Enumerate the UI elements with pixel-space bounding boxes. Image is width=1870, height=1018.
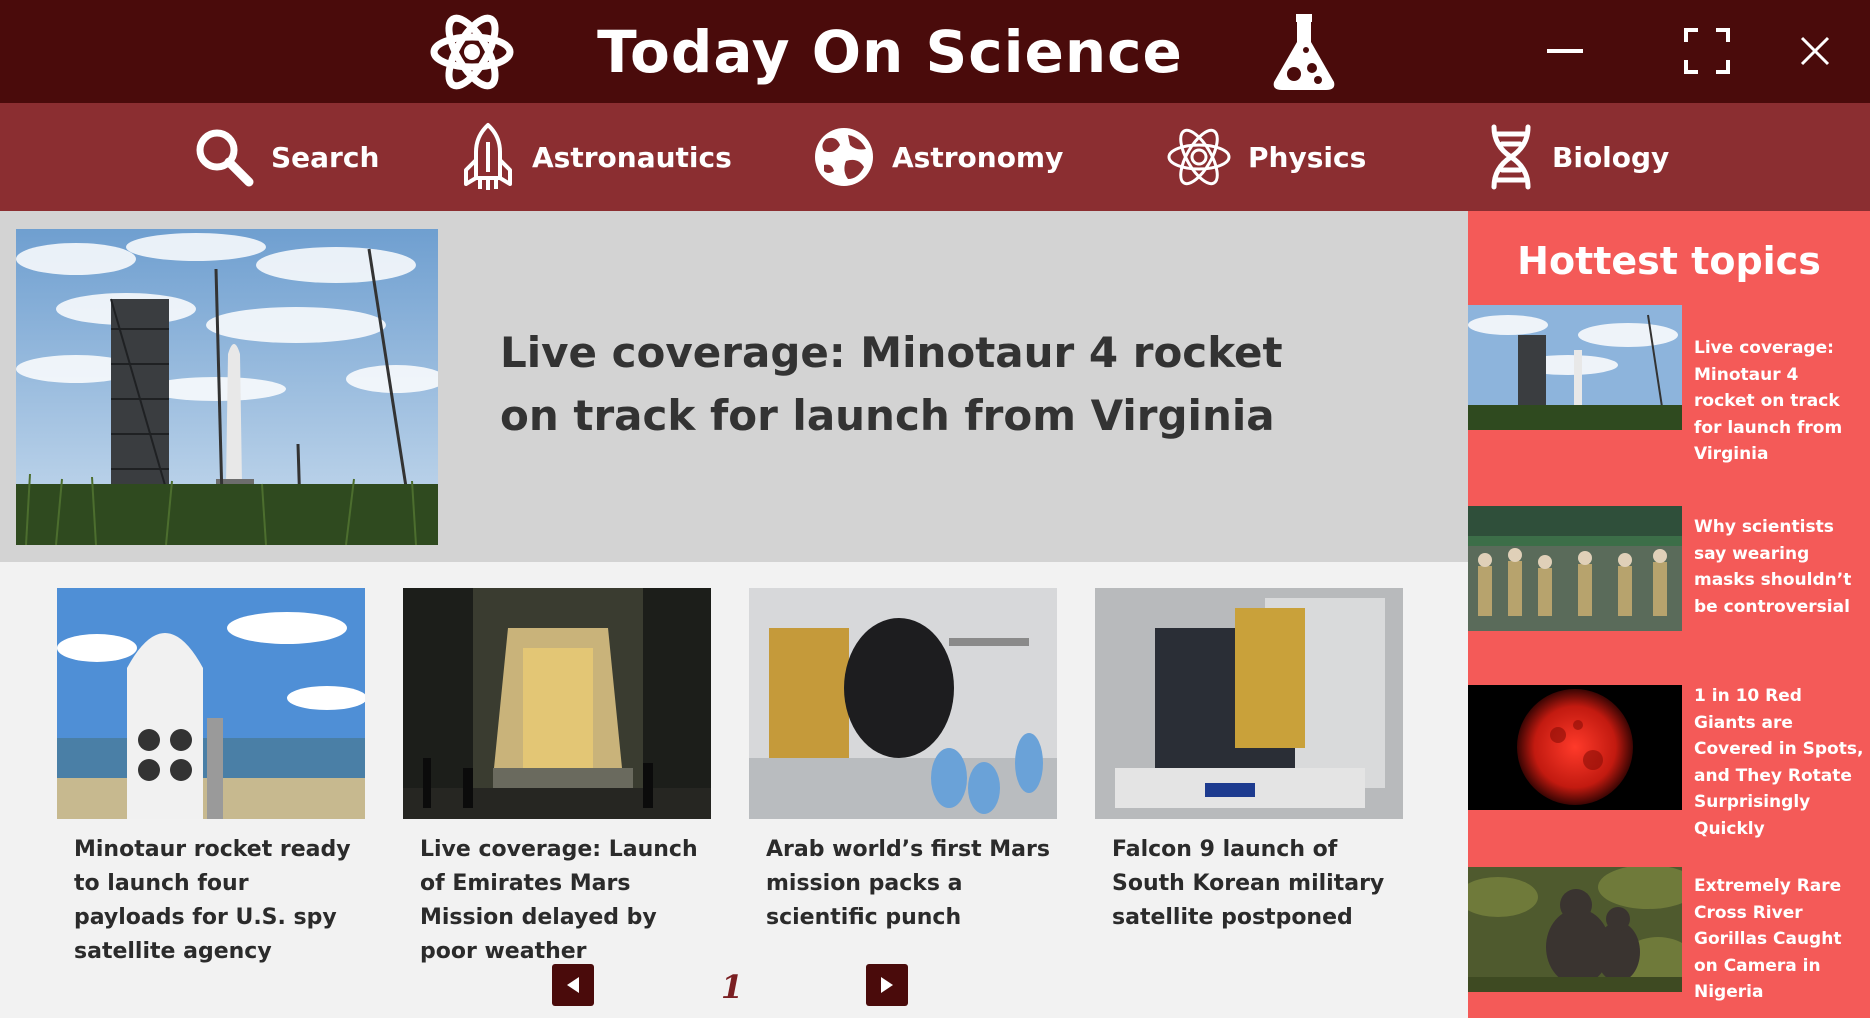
article-title: Minotaur rocket ready to launch four pay…: [74, 837, 351, 964]
nav-item-label: Biology: [1552, 140, 1670, 174]
hot-topic-title: Live coverage: Minotaur 4 rocket on trac…: [1694, 338, 1843, 464]
next-page-button[interactable]: [866, 964, 908, 1006]
maximize-icon: [1684, 28, 1730, 74]
nav-item-search[interactable]: Search: [193, 103, 379, 211]
article-image[interactable]: [403, 588, 711, 819]
dna-icon: [1491, 124, 1531, 190]
prev-page-button[interactable]: [552, 964, 594, 1006]
search-icon: [196, 129, 254, 187]
article-title: Falcon 9 launch of South Korean military…: [1112, 837, 1385, 930]
close-icon: [1800, 36, 1830, 66]
hot-topic-item[interactable]: Extremely Rare Cross River Gorillas Caug…: [1468, 867, 1870, 1002]
flask-icon: [1262, 10, 1346, 94]
article-image[interactable]: [749, 588, 1057, 819]
article-card[interactable]: Minotaur rocket ready to launch four pay…: [57, 588, 365, 969]
nav-item-label: Search: [271, 140, 380, 174]
category-nav: Search Astronautics Astronomy Physics Bi…: [0, 103, 1870, 211]
nav-item-label: Astronautics: [532, 140, 732, 174]
next-arrow-icon: [881, 977, 893, 993]
article-card[interactable]: Arab world’s first Mars mission packs a …: [749, 588, 1057, 935]
hot-topic-item[interactable]: Why scientists say wearing masks shouldn…: [1468, 506, 1870, 631]
nav-item-astronautics[interactable]: Astronautics: [460, 103, 732, 211]
minimize-icon: [1547, 49, 1583, 53]
minimize-button[interactable]: [1532, 18, 1598, 84]
page-number: 1: [720, 968, 744, 1006]
featured-image[interactable]: [16, 229, 438, 545]
article-title: Live coverage: Launch of Emirates Mars M…: [420, 837, 698, 964]
prev-arrow-icon: [567, 977, 579, 993]
article-card[interactable]: Falcon 9 launch of South Korean military…: [1095, 588, 1403, 935]
rocket-icon: [464, 123, 512, 190]
app-title: Today On Science: [597, 17, 1183, 86]
hot-topic-title: Why scientists say wearing masks shouldn…: [1694, 517, 1852, 617]
featured-article: Live coverage: Minotaur 4 rocket on trac…: [0, 211, 1468, 562]
nav-item-astronomy[interactable]: Astronomy: [812, 103, 1063, 211]
article-card[interactable]: Live coverage: Launch of Emirates Mars M…: [403, 588, 711, 969]
hottest-topics-sidebar: Hottest topics Live coverage: Minotaur 4…: [1468, 211, 1870, 1018]
hot-topic-title: 1 in 10 Red Giants are Covered in Spots,…: [1694, 686, 1864, 839]
hot-topic-image[interactable]: [1468, 867, 1682, 992]
hot-topic-image[interactable]: [1468, 305, 1682, 430]
hot-topic-item[interactable]: 1 in 10 Red Giants are Covered in Spots,…: [1468, 685, 1870, 839]
title-bar: Today On Science: [0, 0, 1870, 103]
sidebar-heading: Hottest topics: [1517, 239, 1821, 283]
hot-topic-item[interactable]: Live coverage: Minotaur 4 rocket on trac…: [1468, 305, 1870, 464]
hot-topic-image[interactable]: [1468, 685, 1682, 810]
featured-title[interactable]: Live coverage: Minotaur 4 rocket on trac…: [500, 321, 1330, 447]
atom-logo-icon: [430, 10, 514, 94]
article-image[interactable]: [1095, 588, 1403, 819]
article-title: Arab world’s first Mars mission packs a …: [766, 837, 1050, 930]
hot-topic-title: Extremely Rare Cross River Gorillas Caug…: [1694, 876, 1842, 1002]
article-image[interactable]: [57, 588, 365, 819]
close-button[interactable]: [1782, 18, 1848, 84]
atom-icon: [1167, 128, 1231, 186]
hot-topic-image[interactable]: [1468, 506, 1682, 631]
nav-item-label: Physics: [1248, 140, 1367, 174]
nav-item-physics[interactable]: Physics: [1166, 103, 1366, 211]
maximize-button[interactable]: [1674, 18, 1740, 84]
nav-item-label: Astronomy: [892, 140, 1064, 174]
planet-icon: [815, 128, 873, 186]
nav-item-biology[interactable]: Biology: [1486, 103, 1669, 211]
